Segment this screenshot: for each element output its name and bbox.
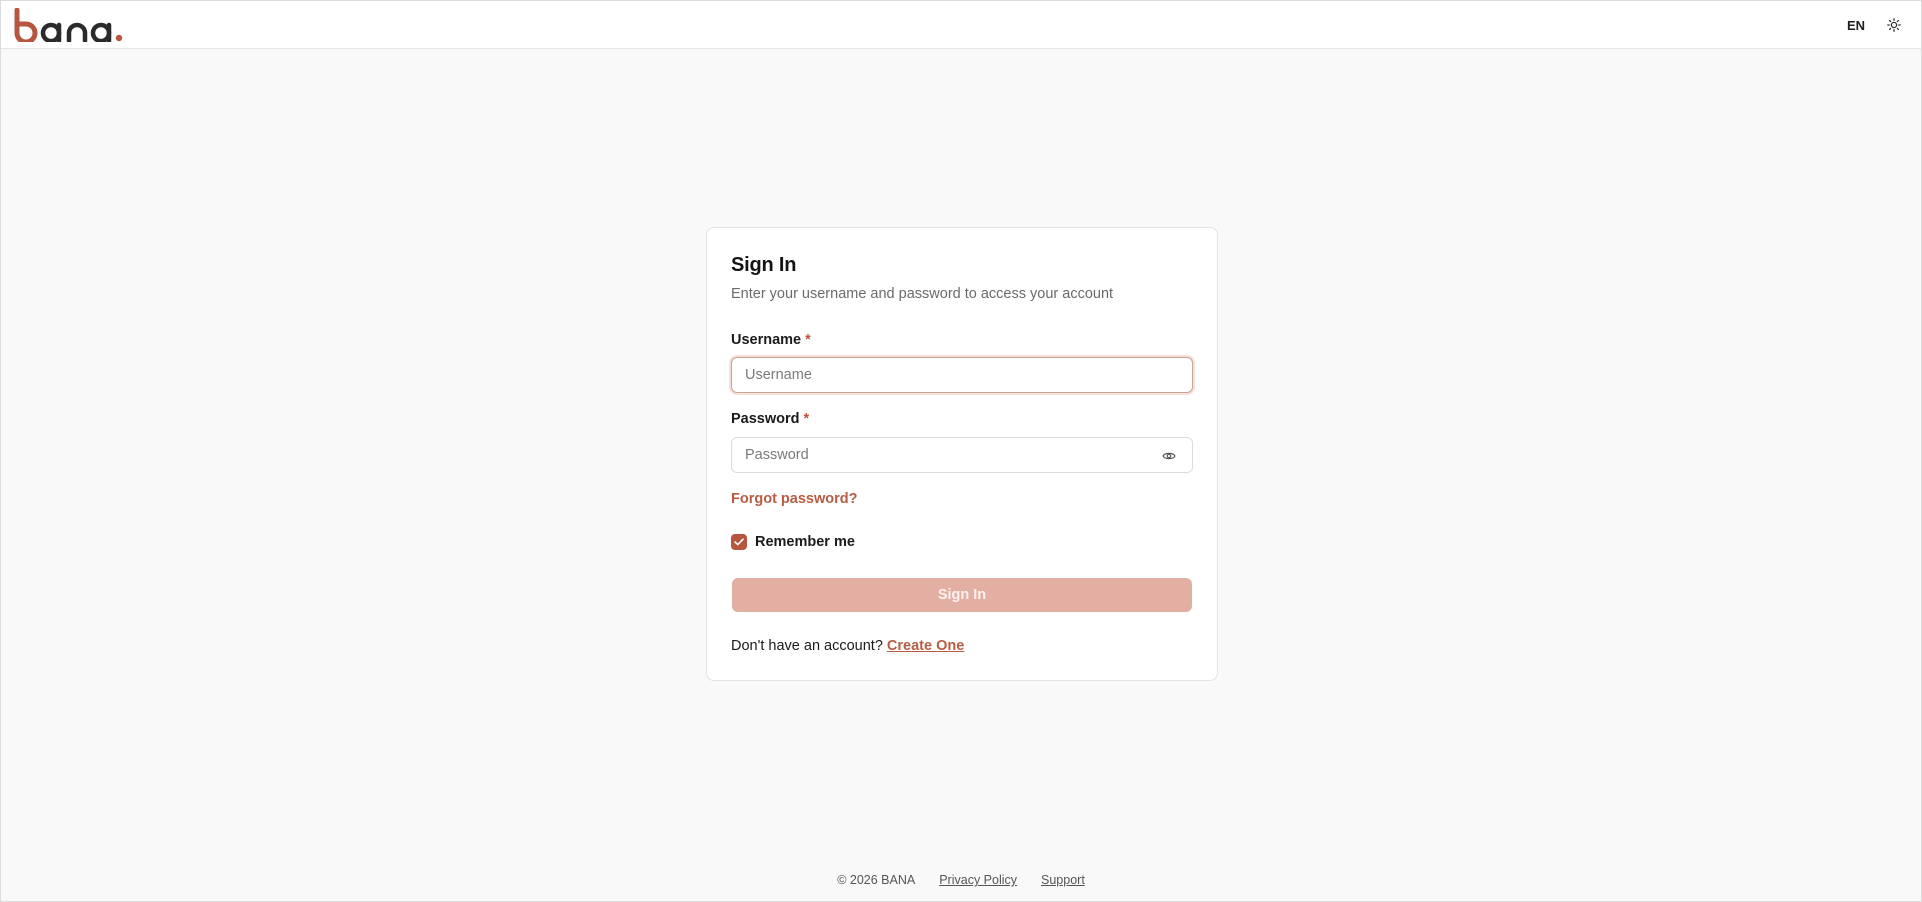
support-link[interactable]: Support — [1041, 873, 1085, 887]
footer: © 2026 BANA Privacy Policy Support — [1, 871, 1921, 889]
signup-prompt: Don't have an account? Create One — [731, 638, 964, 654]
username-input[interactable] — [731, 357, 1193, 393]
required-marker: * — [803, 411, 810, 427]
logo-wordmark — [14, 8, 123, 42]
language-switcher[interactable]: EN — [1841, 15, 1871, 35]
page-title: Sign In — [731, 254, 797, 276]
privacy-policy-link[interactable]: Privacy Policy — [939, 873, 1017, 887]
page: EN Sign In Enter your username and passw… — [0, 0, 1922, 902]
username-label-text: Username — [731, 332, 802, 348]
username-label: Username * — [731, 332, 811, 348]
sun-icon[interactable] — [1884, 15, 1904, 35]
create-account-link[interactable]: Create One — [887, 638, 964, 654]
top-bar: EN — [1, 1, 1921, 49]
required-marker: * — [805, 332, 811, 348]
page-subtitle: Enter your username and password to acce… — [731, 286, 1114, 302]
eye-icon[interactable] — [1161, 448, 1177, 464]
password-label: Password * — [731, 411, 809, 427]
sign-in-button[interactable]: Sign In — [732, 578, 1192, 612]
copyright-text: © 2026 BANA — [837, 873, 916, 887]
forgot-password-link[interactable]: Forgot password? — [731, 491, 857, 507]
password-input[interactable] — [731, 437, 1193, 473]
remember-me-label: Remember me — [755, 534, 855, 550]
sign-in-card: Sign In Enter your username and password… — [706, 227, 1218, 681]
bana-logo[interactable] — [13, 8, 125, 42]
check-icon — [734, 538, 744, 546]
remember-me-checkbox[interactable]: Remember me — [731, 534, 855, 550]
password-label-text: Password — [731, 411, 800, 427]
signup-prompt-text: Don't have an account? — [731, 638, 883, 654]
checkbox-checked[interactable] — [731, 534, 747, 550]
